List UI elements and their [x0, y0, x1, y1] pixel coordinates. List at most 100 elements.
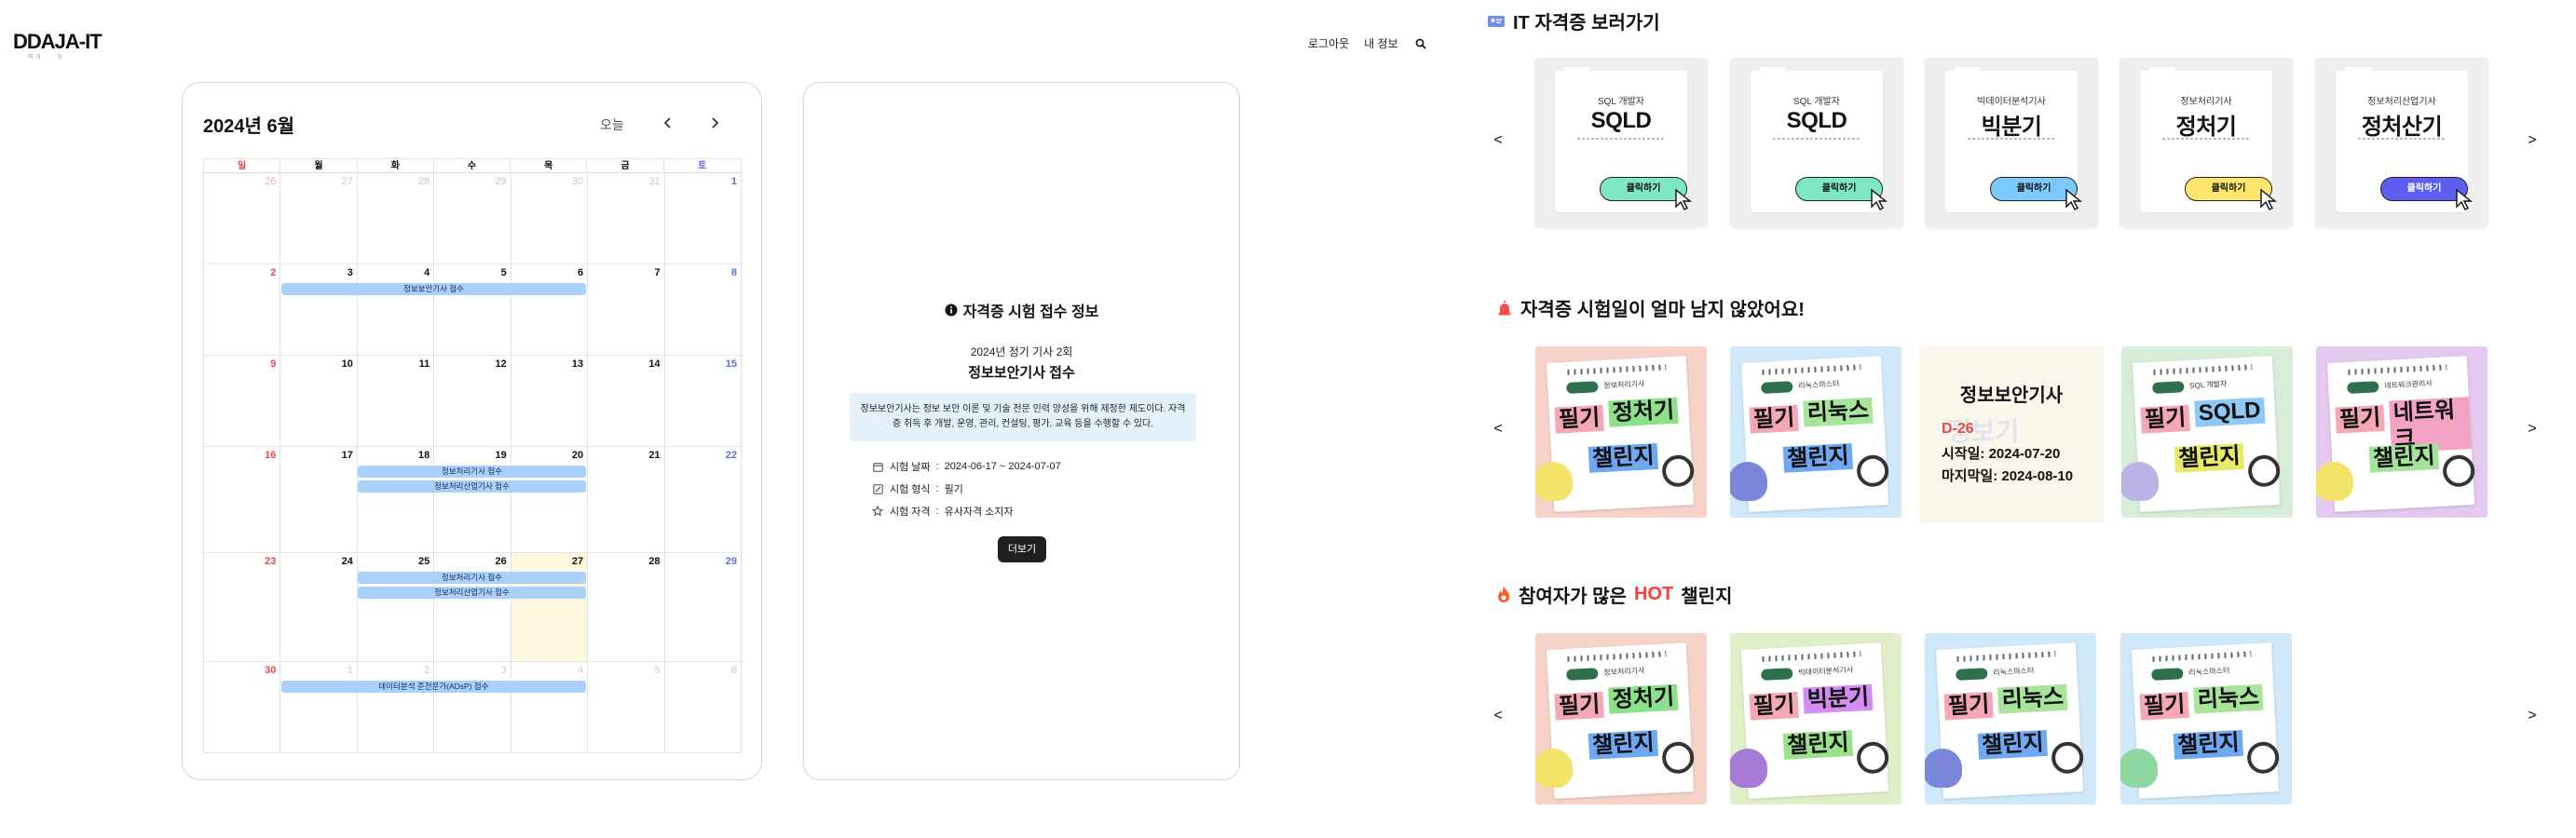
calendar-day[interactable]: 4 — [358, 264, 435, 355]
cert-card[interactable]: SQL 개발자 SQLD 클릭하기 — [1534, 58, 1708, 227]
calendar-day[interactable]: 14 — [588, 356, 665, 446]
calendar-day[interactable]: 20 — [511, 447, 589, 552]
cert-card[interactable]: SQL 개발자 SQLD 클릭하기 — [1730, 58, 1903, 227]
exam-next-button[interactable]: > — [2523, 421, 2542, 438]
dday-end: 마지막일: 2024-08-10 — [1942, 468, 2074, 484]
hot-section-title: 참여자가 많은 HOT 챌린지 — [1496, 581, 1732, 608]
calendar-day[interactable]: 23 — [204, 553, 281, 661]
cert-name: 정처기 — [2175, 115, 2237, 140]
calendar-day-today[interactable]: 27 — [511, 553, 589, 661]
calendar-day[interactable]: 6 — [665, 662, 742, 752]
calendar-day[interactable]: 3 — [280, 264, 358, 355]
weekday-sat: 토 — [698, 161, 707, 171]
challenge-word-2: 정처기 — [1608, 397, 1679, 427]
chevron-left-icon — [663, 117, 671, 128]
calendar-day[interactable]: 19 — [434, 447, 511, 552]
challenge-word-3: 챌린지 — [1782, 442, 1854, 473]
calendar-day[interactable]: 12 — [434, 356, 511, 446]
challenge-card[interactable]: 네트워크관리사 필기 네트워크 챌린지 — [2316, 346, 2487, 518]
challenge-card[interactable]: 빅데이터분석기사 필기 빅분기 챌린지 — [1730, 633, 1901, 804]
calendar-day[interactable]: 1 — [665, 173, 742, 264]
calendar-day[interactable]: 4 — [511, 662, 589, 752]
calendar-day[interactable]: 30 — [204, 662, 281, 752]
calendar-day[interactable]: 3 — [434, 662, 511, 752]
calendar-day[interactable]: 8 — [665, 264, 742, 355]
calendar-event[interactable]: 정보처리기사 접수 — [358, 572, 586, 584]
challenge-card[interactable]: 정보처리기사 필기 정처기 챌린지 — [1535, 346, 1707, 518]
cert-card[interactable]: 정보처리산업기사 정처산기 클릭하기 — [2315, 58, 2488, 227]
hot-prev-button[interactable]: < — [1489, 708, 1507, 724]
calendar-day[interactable]: 25 — [358, 553, 435, 661]
calendar-day[interactable]: 26 — [434, 553, 511, 661]
more-button[interactable]: 더보기 — [998, 536, 1046, 562]
my-info-link[interactable]: 내 정보 — [1364, 35, 1397, 51]
challenge-word-3: 챌린지 — [2173, 729, 2244, 760]
calendar-event[interactable]: 정보보안기사 접수 — [281, 283, 586, 295]
exam-prev-button[interactable]: < — [1489, 421, 1507, 438]
calendar-day[interactable]: 11 — [358, 356, 435, 446]
calendar-event[interactable]: 데이터분석 준전문가(ADsP) 접수 — [281, 681, 586, 693]
calendar-day[interactable]: 28 — [588, 553, 665, 661]
challenge-card[interactable]: 리눅스마스터 필기 리눅스 챌린지 — [1925, 633, 2096, 804]
calendar-day[interactable]: 29 — [665, 553, 742, 661]
challenge-card[interactable]: 리눅스마스터 필기 리눅스 챌린지 — [1730, 346, 1901, 518]
calendar-day[interactable]: 22 — [665, 447, 742, 552]
logout-link[interactable]: 로그아웃 — [1308, 35, 1349, 51]
certs-prev-button[interactable]: < — [1489, 132, 1507, 149]
calendar-event[interactable]: 정보처리산업기사 접수 — [358, 587, 586, 599]
calendar-day[interactable]: 27 — [280, 173, 358, 264]
calendar-day[interactable]: 7 — [588, 264, 665, 355]
calendar-day[interactable]: 26 — [204, 173, 281, 264]
today-button[interactable]: 오늘 — [600, 115, 624, 134]
cert-subtitle: SQL 개발자 — [1792, 97, 1841, 107]
calendar-day[interactable]: 6 — [511, 264, 589, 355]
calendar-day[interactable]: 13 — [511, 356, 589, 446]
folder-tab-icon — [1564, 67, 1590, 73]
challenge-card[interactable]: 리눅스마스터 필기 리눅스 챌린지 — [2120, 633, 2292, 804]
calendar-day[interactable]: 24 — [280, 553, 358, 661]
hot-next-button[interactable]: > — [2523, 708, 2542, 724]
calendar-day[interactable]: 9 — [204, 356, 281, 446]
calendar-day[interactable]: 5 — [588, 662, 665, 752]
challenge-word-1: 필기 — [2139, 691, 2189, 721]
cert-card[interactable]: 정보처리기사 정처기 클릭하기 — [2119, 58, 2293, 227]
fire-icon — [1498, 586, 1509, 602]
calendar-day[interactable]: 2 — [204, 264, 281, 355]
dday-card[interactable]: 정보기 정보보안기사 D-26 시작일: 2024-07-20 마지막일: 20… — [1919, 346, 2104, 523]
challenge-word-2: SQLD — [2194, 397, 2266, 427]
folder-tab-icon — [1955, 67, 1981, 73]
calendar-day[interactable]: 17 — [280, 447, 358, 552]
calendar-day[interactable]: 10 — [280, 356, 358, 446]
mascot-icon — [1535, 462, 1573, 501]
calendar-card: 2024년 6월 오늘 일 월 화 수 목 금 토 26 27 28 29 30… — [182, 82, 762, 780]
calendar-day[interactable]: 29 — [434, 173, 511, 264]
certs-next-button[interactable]: > — [2523, 132, 2542, 149]
calendar-event[interactable]: 정보처리기사 접수 — [358, 466, 586, 478]
calendar-day[interactable]: 30 — [511, 173, 589, 264]
challenge-word-2: 빅분기 — [1803, 683, 1874, 714]
challenge-topic: 리눅스마스터 — [2188, 666, 2230, 677]
next-month-button[interactable] — [702, 111, 727, 135]
logo[interactable]: DDAJA-IT 따자 · 잇 — [13, 30, 102, 61]
calendar-day[interactable]: 16 — [204, 447, 281, 552]
challenge-word-1: 필기 — [1749, 404, 1799, 434]
exam-date-label: 시험 날짜 — [890, 462, 931, 473]
mascot-icon — [1730, 749, 1767, 788]
search-icon[interactable] — [1413, 36, 1428, 51]
challenge-card[interactable]: SQL 개발자 필기 SQLD 챌린지 — [2121, 346, 2293, 518]
prev-month-button[interactable] — [656, 111, 680, 135]
calendar-day[interactable]: 2 — [358, 662, 435, 752]
calendar-day[interactable]: 15 — [665, 356, 742, 446]
calendar-day[interactable]: 28 — [358, 173, 435, 264]
calendar-day[interactable]: 1 — [280, 662, 358, 752]
certs-section-title: IT 자격증 보러가기 — [1487, 7, 1660, 34]
calendar-day[interactable]: 21 — [588, 447, 665, 552]
cert-card[interactable]: 빅데이터분석기사 빅분기 클릭하기 — [1925, 58, 2098, 227]
calendar-day[interactable]: 31 — [588, 173, 665, 264]
calendar-day[interactable]: 5 — [434, 264, 511, 355]
calendar-week: 26 27 28 29 30 31 1 — [203, 173, 742, 264]
calendar-event[interactable]: 정보처리산업기사 접수 — [358, 480, 586, 493]
challenge-card[interactable]: 정보처리기사 필기 정처기 챌린지 — [1535, 633, 1707, 804]
calendar-day[interactable]: 18 — [358, 447, 435, 552]
cert-divider — [2358, 138, 2446, 140]
